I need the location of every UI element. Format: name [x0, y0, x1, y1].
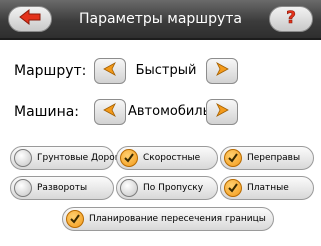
checkbox-unchecked-icon — [14, 149, 32, 167]
vehicle-label: Машина: — [14, 104, 80, 120]
vehicle-next-button[interactable] — [206, 99, 238, 125]
option-toll-roads[interactable]: Платные — [220, 176, 314, 200]
option-label: Скоростные — [143, 153, 201, 163]
checkbox-checked-icon — [120, 149, 138, 167]
title-bar: Параметры маршрута ? — [0, 0, 321, 40]
page-title: Параметры маршрута — [78, 11, 243, 27]
option-dirt-roads[interactable]: Грунтовые Дороги — [10, 146, 125, 170]
back-button[interactable] — [8, 6, 52, 32]
checkbox-checked-icon — [224, 179, 242, 197]
checkbox-unchecked-icon — [120, 179, 138, 197]
arrow-right-icon — [214, 61, 230, 81]
option-label: Грунтовые Дороги — [37, 153, 126, 163]
vehicle-prev-button[interactable] — [94, 99, 126, 125]
arrow-left-icon — [102, 102, 118, 122]
option-highways[interactable]: Скоростные — [116, 146, 218, 170]
route-prev-button[interactable] — [94, 58, 126, 84]
vehicle-value: Автомобиль — [128, 104, 211, 119]
arrow-left-icon — [102, 61, 118, 81]
option-label: Платные — [247, 183, 289, 193]
option-u-turns[interactable]: Развороты — [10, 176, 114, 200]
checkbox-checked-icon — [66, 210, 84, 228]
option-permit-roads[interactable]: По Пропуску — [116, 176, 218, 200]
option-ferries[interactable]: Переправы — [220, 146, 314, 170]
option-label: По Пропуску — [143, 183, 204, 193]
option-label: Планирование пересечения границы — [89, 214, 266, 224]
question-mark-icon: ? — [281, 7, 301, 31]
arrow-right-icon — [214, 102, 230, 122]
checkbox-unchecked-icon — [14, 179, 32, 197]
option-label: Переправы — [247, 153, 301, 163]
route-next-button[interactable] — [206, 58, 238, 84]
option-label: Развороты — [37, 183, 88, 193]
back-arrow-icon — [18, 8, 42, 29]
help-button[interactable]: ? — [269, 6, 313, 32]
route-value: Быстрый — [135, 63, 197, 78]
checkbox-checked-icon — [224, 149, 242, 167]
option-border-crossing[interactable]: Планирование пересечения границы — [62, 207, 274, 231]
route-label: Маршрут: — [14, 63, 87, 79]
svg-text:?: ? — [286, 8, 296, 27]
